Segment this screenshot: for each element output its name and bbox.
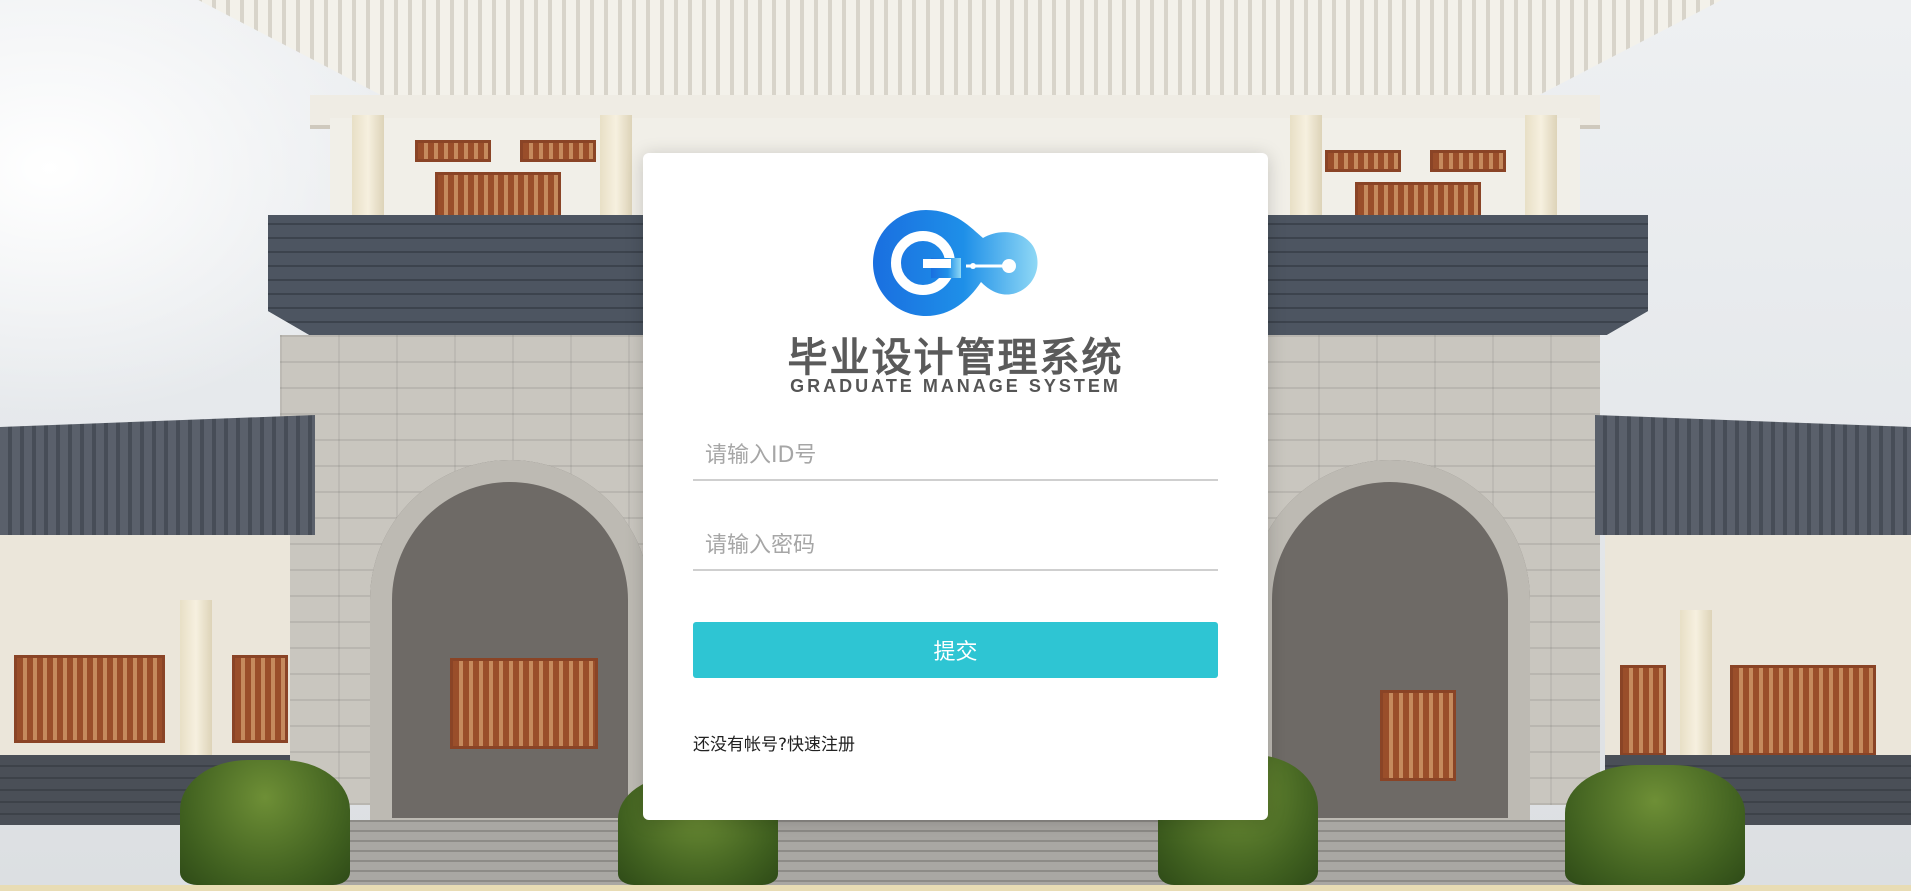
register-prompt: 还没有帐号?: [693, 735, 788, 755]
app-subtitle: GRADUATE MANAGE SYSTEM: [790, 376, 1121, 396]
g-logo-icon: [873, 210, 1038, 316]
register-link[interactable]: 快速注册: [787, 735, 855, 755]
app-title: 毕业设计管理系统: [787, 335, 1124, 381]
register-row: 还没有帐号?快速注册: [693, 730, 855, 755]
login-card: 毕业设计管理系统 GRADUATE MANAGE SYSTEM 提交 还没有帐号…: [643, 153, 1268, 820]
password-input[interactable]: [693, 521, 1218, 571]
submit-button[interactable]: 提交: [693, 622, 1218, 678]
bottom-border: [0, 885, 1911, 891]
id-input[interactable]: [693, 431, 1218, 481]
